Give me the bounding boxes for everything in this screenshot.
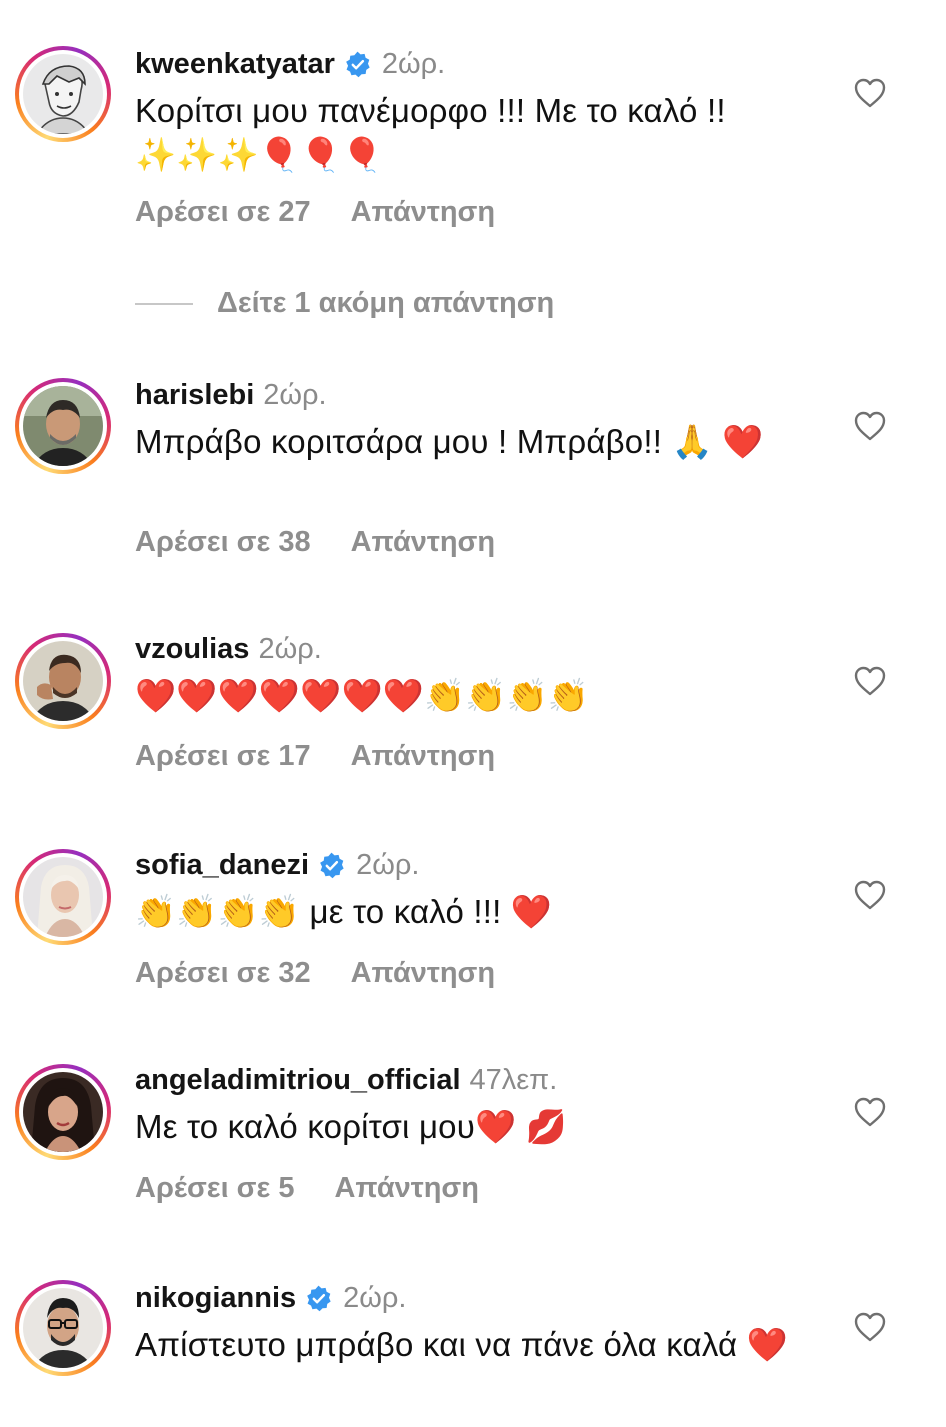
comment-meta: vzoulias 2ώρ.	[135, 630, 825, 668]
heart-outline-icon[interactable]	[853, 879, 887, 911]
reply-button[interactable]: Απάντηση	[351, 196, 496, 228]
comment-time: 2ώρ.	[356, 849, 420, 881]
avatar-story-ring[interactable]	[15, 378, 111, 474]
username[interactable]: kweenkatyatar	[135, 45, 335, 83]
avatar-story-ring[interactable]	[15, 849, 111, 945]
comment-actions: Αρέσει σε 38 Απάντηση	[135, 526, 495, 559]
avatar-story-ring[interactable]	[15, 1280, 111, 1376]
likes-count[interactable]: Αρέσει σε 27	[135, 196, 311, 228]
reply-button[interactable]: Απάντηση	[351, 740, 496, 772]
heart-outline-icon[interactable]	[853, 665, 887, 697]
heart-outline-icon[interactable]	[853, 77, 887, 109]
comment-text: Κορίτσι μου πανέμορφο !!! Με το καλό !! …	[135, 92, 726, 173]
likes-count[interactable]: Αρέσει σε 5	[135, 1172, 294, 1204]
verified-badge-icon	[346, 51, 370, 77]
comment-meta: angeladimitriou_official 47λεπ.	[135, 1061, 825, 1099]
view-more-replies-button[interactable]: Δείτε 1 ακόμη απάντηση	[135, 287, 554, 320]
username[interactable]: nikogiannis	[135, 1279, 296, 1317]
comment-meta: kweenkatyatar 2ώρ.	[135, 45, 825, 83]
comment-text: Απίστευτο μπράβο και να πάνε όλα καλά ❤️	[135, 1326, 788, 1363]
heart-outline-icon[interactable]	[853, 1096, 887, 1128]
comment-actions: Αρέσει σε 27 Απάντηση	[135, 196, 495, 229]
reply-button[interactable]: Απάντηση	[334, 1172, 479, 1204]
avatar	[23, 386, 103, 466]
comment-time: 2ώρ.	[343, 1282, 407, 1314]
comment-time: 2ώρ.	[263, 379, 327, 411]
avatar-story-ring[interactable]	[15, 46, 111, 142]
avatar-story-ring[interactable]	[15, 633, 111, 729]
comment-text: ❤️❤️❤️❤️❤️❤️❤️👏👏👏👏	[135, 677, 590, 714]
heart-outline-icon[interactable]	[853, 1311, 887, 1343]
username[interactable]: vzoulias	[135, 630, 249, 668]
avatar	[23, 54, 103, 134]
comment-time: 47λεπ.	[469, 1064, 558, 1096]
verified-badge-icon	[307, 1285, 331, 1311]
comment-meta: harislebi 2ώρ.	[135, 376, 825, 414]
avatar-story-ring[interactable]	[15, 1064, 111, 1160]
comment-text: Με το καλό κορίτσι μου❤️ 💋	[135, 1108, 567, 1145]
divider-line	[135, 302, 193, 305]
username[interactable]: harislebi	[135, 376, 254, 414]
comment-meta: nikogiannis 2ώρ.	[135, 1279, 825, 1317]
comment-actions: Αρέσει σε 32 Απάντηση	[135, 957, 495, 990]
username[interactable]: sofia_danezi	[135, 846, 309, 884]
avatar	[23, 1072, 103, 1152]
likes-count[interactable]: Αρέσει σε 17	[135, 740, 311, 772]
username[interactable]: angeladimitriou_official	[135, 1061, 461, 1099]
comment-actions: Αρέσει σε 5 Απάντηση	[135, 1172, 479, 1205]
comment-text: Μπράβο κοριτσάρα μου ! Μπράβο!! 🙏 ❤️	[135, 423, 764, 460]
reply-button[interactable]: Απάντηση	[351, 957, 496, 989]
comment-actions: Αρέσει σε 17 Απάντηση	[135, 740, 495, 773]
comment-time: 2ώρ.	[381, 48, 446, 80]
view-more-replies-label: Δείτε 1 ακόμη απάντηση	[217, 287, 555, 319]
comment-time: 2ώρ.	[258, 633, 322, 665]
comment-text: 👏👏👏👏 με το καλό !!! ❤️	[135, 893, 553, 930]
likes-count[interactable]: Αρέσει σε 38	[135, 526, 311, 558]
avatar	[23, 857, 103, 937]
avatar	[23, 1288, 103, 1368]
avatar	[23, 641, 103, 721]
verified-badge-icon	[320, 852, 344, 878]
reply-button[interactable]: Απάντηση	[351, 526, 496, 558]
heart-outline-icon[interactable]	[853, 410, 887, 442]
comment-meta: sofia_danezi 2ώρ.	[135, 846, 825, 884]
likes-count[interactable]: Αρέσει σε 32	[135, 957, 311, 989]
